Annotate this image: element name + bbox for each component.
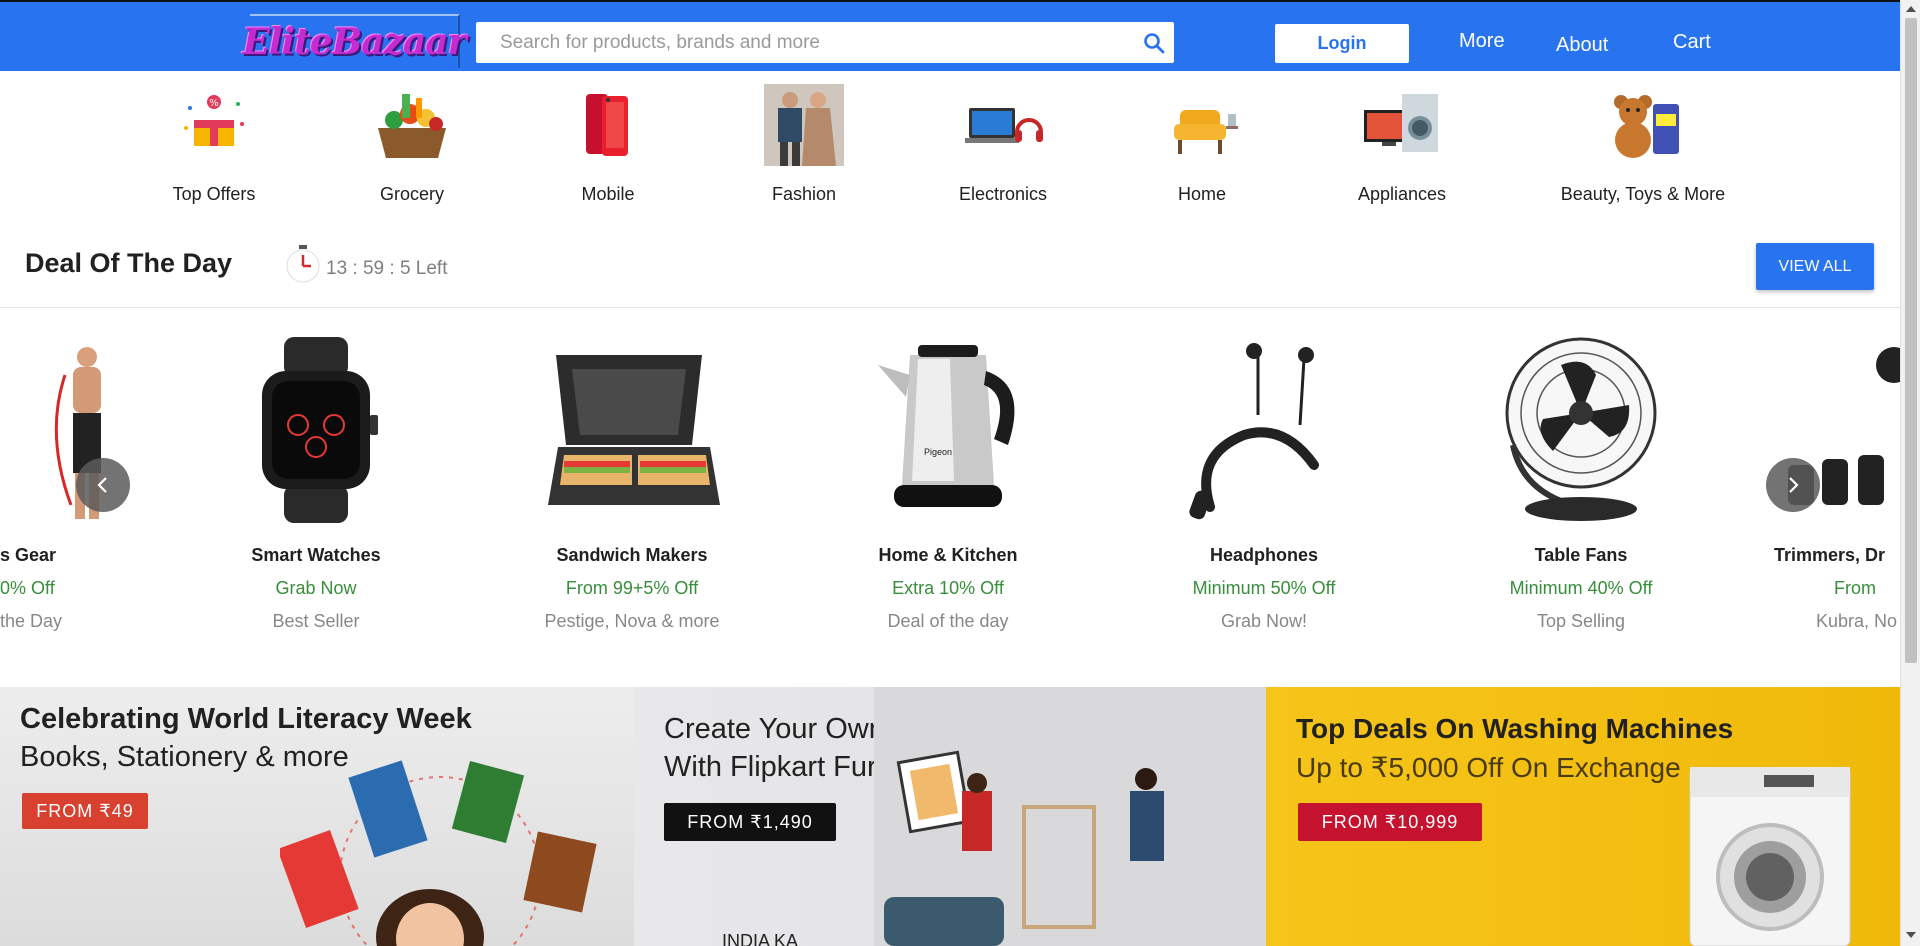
login-button[interactable]: Login bbox=[1275, 24, 1409, 63]
product-name: Home & Kitchen bbox=[878, 545, 1018, 565]
product-subtext: Pestige, Nova & more bbox=[544, 611, 720, 631]
search-bar bbox=[476, 22, 1174, 63]
search-icon[interactable] bbox=[1134, 23, 1174, 63]
armchair-icon bbox=[1162, 84, 1242, 166]
laptop-headphones-icon bbox=[963, 84, 1043, 166]
product-name: Table Fans bbox=[1534, 545, 1628, 565]
product-offer: Grab Now bbox=[275, 578, 357, 598]
top-header: EliteBazaar Login More About Cart bbox=[0, 0, 1900, 71]
product-subtext: Best Seller bbox=[272, 611, 360, 631]
product-offer: From 99+5% Off bbox=[565, 578, 699, 598]
section-divider bbox=[0, 307, 1900, 308]
svg-text:%: % bbox=[209, 98, 219, 109]
category-home[interactable]: Home bbox=[1122, 84, 1282, 205]
stopwatch-icon bbox=[285, 244, 321, 284]
product-offer: Extra 10% Off bbox=[892, 578, 1004, 598]
scroll-down-icon[interactable] bbox=[1906, 932, 1916, 938]
kettle-icon: Pigeon bbox=[858, 335, 1038, 525]
nav-cart[interactable]: Cart bbox=[1673, 31, 1711, 54]
furniture-illustration bbox=[874, 687, 1266, 946]
neckband-headphones-icon bbox=[1174, 335, 1354, 525]
product-offer: Minimum 40% Off bbox=[1509, 578, 1653, 598]
tv-washing-machine-icon bbox=[1362, 84, 1442, 166]
banner-literacy-week[interactable]: Celebrating World Literacy Week Books, S… bbox=[0, 687, 634, 946]
sandwich-maker-icon bbox=[542, 335, 722, 525]
nav-more[interactable]: More bbox=[1459, 30, 1505, 53]
chevron-right-icon bbox=[1789, 477, 1799, 493]
category-grocery[interactable]: Grocery bbox=[332, 84, 492, 205]
product-name: s Gear bbox=[0, 545, 57, 565]
logo-text: EliteBazaar bbox=[242, 21, 466, 63]
product-offer: 0% Off bbox=[0, 578, 55, 598]
scroll-thumb[interactable] bbox=[1905, 18, 1917, 663]
banner-washing-machines[interactable]: Top Deals On Washing Machines Up to ₹5,0… bbox=[1266, 687, 1900, 946]
product-name: Sandwich Makers bbox=[556, 545, 708, 565]
category-label: Beauty, Toys & More bbox=[1560, 184, 1726, 204]
grocery-basket-icon bbox=[372, 84, 452, 166]
product-name: Trimmers, Dr bbox=[1774, 545, 1886, 565]
site-logo[interactable]: EliteBazaar bbox=[242, 14, 467, 68]
product-subtext: the Day bbox=[0, 611, 63, 631]
category-beauty-toys[interactable]: Beauty, Toys & More bbox=[1553, 84, 1733, 205]
category-fashion[interactable]: Fashion bbox=[724, 84, 884, 205]
banner-price-tag: FROM ₹49 bbox=[22, 793, 148, 829]
banner-furniture[interactable]: Create Your Own Space With Flipkart Furn… bbox=[634, 687, 1266, 946]
banner-title: Top Deals On Washing Machines bbox=[1296, 713, 1734, 744]
banner-subtitle: Up to ₹5,000 Off On Exchange bbox=[1296, 752, 1681, 783]
product-subtext: Top Selling bbox=[1536, 611, 1626, 631]
category-label: Mobile bbox=[581, 184, 635, 204]
product-offer: Minimum 50% Off bbox=[1192, 578, 1336, 598]
banner-footer-text: INDIA KA bbox=[722, 931, 799, 946]
teddy-bear-icon bbox=[1603, 84, 1683, 166]
smartwatch-icon bbox=[226, 335, 406, 525]
product-name: Smart Watches bbox=[251, 545, 381, 565]
view-all-button[interactable]: VIEW ALL bbox=[1756, 243, 1874, 290]
product-subtext: Kubra, No bbox=[1816, 611, 1898, 631]
table-fan-icon bbox=[1491, 335, 1671, 525]
product-subtext: Deal of the day bbox=[887, 611, 1009, 631]
product-card[interactable]: Sandwich Makers From 99+5% Off Pestige, … bbox=[482, 335, 782, 632]
category-label: Appliances bbox=[1357, 184, 1447, 204]
page-scrollbar[interactable] bbox=[1900, 0, 1920, 946]
deal-title: Deal Of The Day bbox=[25, 248, 233, 278]
category-appliances[interactable]: Appliances bbox=[1322, 84, 1482, 205]
carousel-prev-button[interactable] bbox=[76, 458, 130, 512]
gift-box-icon: % bbox=[174, 84, 254, 166]
category-label: Grocery bbox=[379, 184, 444, 204]
category-label: Home bbox=[1177, 184, 1226, 204]
product-card[interactable]: Pigeon Home & Kitchen Extra 10% Off Deal… bbox=[798, 335, 1098, 632]
category-label: Fashion bbox=[771, 184, 837, 204]
category-label: Electronics bbox=[958, 184, 1048, 204]
scroll-up-icon[interactable] bbox=[1906, 6, 1916, 12]
carousel-next-button[interactable] bbox=[1766, 458, 1820, 512]
product-card[interactable]: Headphones Minimum 50% Off Grab Now! bbox=[1114, 335, 1414, 632]
search-input[interactable] bbox=[476, 22, 1134, 63]
product-card[interactable]: Table Fans Minimum 40% Off Top Selling bbox=[1431, 335, 1731, 632]
banner-price-tag: FROM ₹1,490 bbox=[664, 803, 836, 841]
product-card[interactable]: Smart Watches Grab Now Best Seller bbox=[166, 335, 466, 632]
countdown-timer: 13 : 59 : 5 Left bbox=[326, 258, 448, 279]
books-illustration bbox=[280, 760, 597, 946]
product-name: Headphones bbox=[1209, 545, 1319, 565]
product-subtext: Grab Now! bbox=[1220, 611, 1308, 631]
fashion-couple-icon bbox=[764, 84, 844, 166]
smartphone-icon bbox=[568, 84, 648, 166]
kettle-brand-label: Pigeon bbox=[924, 447, 952, 457]
product-offer: From bbox=[1834, 578, 1876, 598]
banner-price-tag: FROM ₹10,999 bbox=[1298, 803, 1482, 841]
nav-about[interactable]: About bbox=[1556, 34, 1608, 57]
category-top-offers[interactable]: % Top Offers bbox=[134, 84, 294, 205]
category-mobile[interactable]: Mobile bbox=[528, 84, 688, 205]
category-label: Top Offers bbox=[172, 184, 256, 204]
washing-machine-illustration bbox=[1689, 767, 1851, 946]
category-electronics[interactable]: Electronics bbox=[923, 84, 1083, 205]
chevron-left-icon bbox=[97, 477, 107, 493]
